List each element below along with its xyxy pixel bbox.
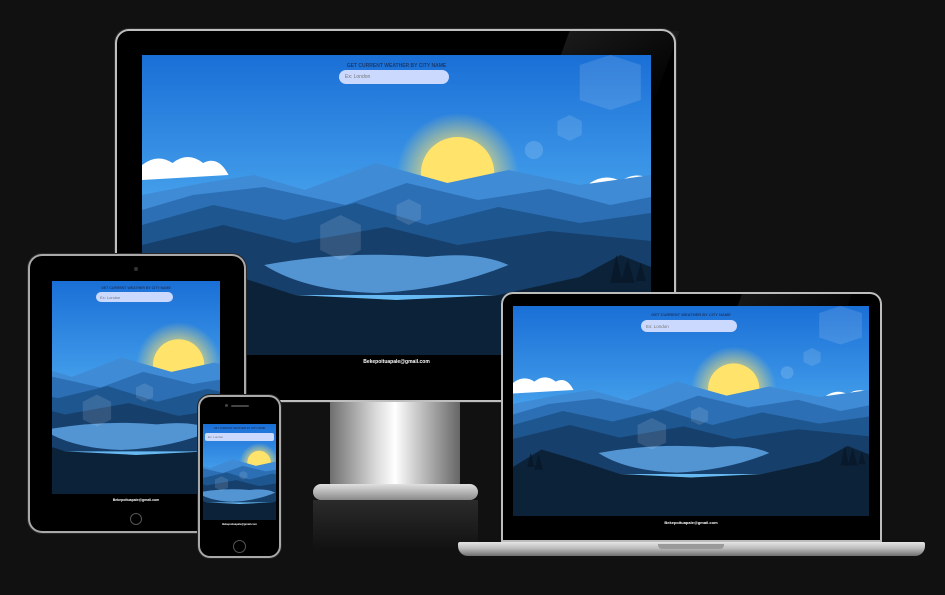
footer: Bekepoituapale@gmail.com (52, 494, 220, 508)
tablet-camera (134, 267, 138, 271)
tablet-screen: GET CURRENT WEATHER BY CITY NAME Bekepoi… (52, 281, 220, 508)
footer: Bekepoituapale@gmail.com (513, 516, 869, 530)
phone-camera (225, 404, 228, 407)
laptop-screen: GET CURRENT WEATHER BY CITY NAME Bekepoi… (513, 306, 869, 530)
city-search-input[interactable] (641, 320, 737, 332)
city-search-input[interactable] (96, 292, 173, 302)
city-search-input[interactable] (205, 433, 274, 441)
footer-email[interactable]: Bekepoituapale@gmail.com (513, 520, 869, 525)
page-heading: GET CURRENT WEATHER BY CITY NAME (101, 286, 171, 290)
city-search-input[interactable] (339, 70, 449, 84)
landscape-background (52, 281, 220, 494)
footer: Bekepoituapale@gmail.com (203, 520, 276, 530)
tablet-home-button (130, 513, 142, 525)
landscape-background (513, 306, 869, 516)
phone-screen: GET CURRENT WEATHER BY CITY NAME Bekepoi… (203, 424, 276, 530)
monitor-stand (330, 402, 460, 492)
monitor-foot (313, 484, 478, 500)
monitor-reflection (313, 500, 478, 550)
footer-email[interactable]: Bekepoituapale@gmail.com (52, 498, 220, 502)
page-heading: GET CURRENT WEATHER BY CITY NAME (213, 427, 266, 430)
phone-speaker (231, 405, 249, 407)
page-heading: GET CURRENT WEATHER BY CITY NAME (651, 312, 731, 317)
laptop-notch (658, 544, 724, 549)
phone-home-button (233, 540, 246, 553)
footer-email[interactable]: Bekepoituapale@gmail.com (203, 523, 276, 526)
page-heading: GET CURRENT WEATHER BY CITY NAME (346, 63, 447, 69)
